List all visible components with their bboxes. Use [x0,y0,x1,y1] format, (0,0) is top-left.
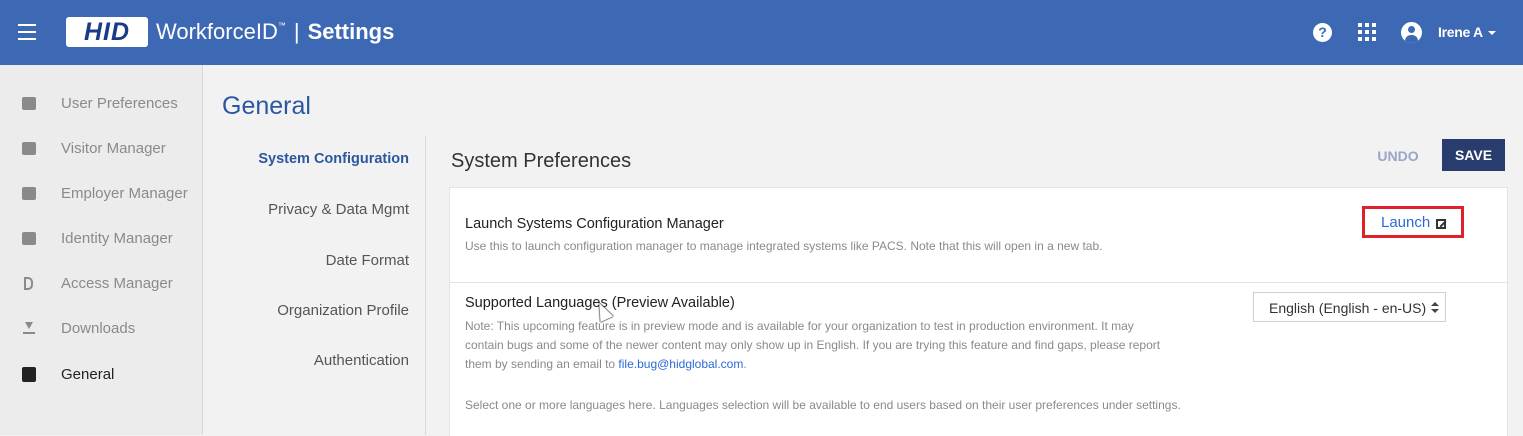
sidebar-item-visitor-manager[interactable]: Visitor Manager [0,134,202,164]
logo-text: HID [83,18,131,46]
languages-selection-help: Select one or more languages here. Langu… [465,398,1181,412]
door-icon [24,277,33,290]
sidebar-item-label: Access Manager [61,275,173,292]
bug-email-link[interactable]: file.bug@hidglobal.com [618,357,743,371]
languages-note-line-3: them by sending an email to file.bug@hid… [465,355,1160,374]
subnav-system-configuration[interactable]: System Configuration [258,151,409,167]
user-menu[interactable]: Irene A [1438,24,1496,40]
sidebar-item-label: Employer Manager [61,185,188,202]
product-name: WorkforceID [156,19,278,44]
visitor-badge-icon [22,142,36,155]
external-link-icon [1436,219,1446,229]
sidebar-item-downloads[interactable]: Downloads [0,314,202,344]
trademark-mark: ™ [277,21,286,30]
sidebar-item-label: Identity Manager [61,230,173,247]
app-title: WorkforceID™ | Settings [156,19,394,45]
sidebar-item-identity-manager[interactable]: Identity Manager [0,224,202,254]
employer-badge-icon [22,187,36,200]
languages-note-line-2: contain bugs and some of the newer conte… [465,338,1161,352]
sidebar-item-label: General [61,366,115,383]
menu-icon[interactable] [18,24,36,40]
sidebar-item-access-manager[interactable]: Access Manager [0,269,202,299]
languages-note: Note: This upcoming feature is in previe… [465,317,1160,374]
sidebar-item-label: Visitor Manager [61,140,166,157]
page-title: General [222,92,311,120]
help-icon[interactable]: ? [1313,23,1332,42]
general-settings-icon [22,367,36,382]
launch-config-row: Launch Systems Configuration Manager Use… [450,188,1507,283]
language-select-value: English (English - en-US) [1269,300,1427,316]
select-arrows-icon [1431,302,1439,314]
launch-label: Launch [1381,214,1431,231]
user-avatar-icon[interactable] [1401,22,1422,43]
top-bar: HID WorkforceID™ | Settings ? Irene A [0,0,1523,65]
folder-id-icon [22,232,36,245]
sidebar-item-label: Downloads [61,320,136,337]
sidebar-item-general[interactable]: General [0,360,202,390]
chevron-down-icon [1487,31,1496,36]
subnav-date-format[interactable]: Date Format [326,252,409,269]
settings-subnav: System Configuration Privacy & Data Mgmt… [222,136,426,435]
note-prefix: them by sending an email to [465,357,619,371]
section-name: Settings [307,19,395,44]
subnav-organization-profile[interactable]: Organization Profile [277,302,409,319]
sidebar-item-user-preferences[interactable]: User Preferences [0,89,202,119]
user-name: Irene A [1438,24,1483,40]
save-button[interactable]: SAVE [1442,139,1505,171]
note-suffix: . [743,357,747,371]
languages-note-line-1: Note: This upcoming feature is in previe… [465,319,1134,333]
subnav-authentication[interactable]: Authentication [314,352,409,369]
sidebar-item-employer-manager[interactable]: Employer Manager [0,179,202,209]
launch-link[interactable]: Launch [1362,206,1464,238]
undo-button[interactable]: UNDO [1372,140,1424,172]
title-separator: | [293,19,300,44]
section-title: System Preferences [451,150,632,172]
language-select[interactable]: English (English - en-US) [1253,292,1446,322]
user-card-icon [22,97,36,110]
apps-grid-icon[interactable] [1358,23,1376,41]
download-icon [22,322,36,335]
launch-config-description: Use this to launch configuration manager… [465,239,1103,253]
sidebar-item-label: User Preferences [61,95,178,112]
hid-logo[interactable]: HID [66,17,148,47]
subnav-privacy-data-mgmt[interactable]: Privacy & Data Mgmt [268,201,409,218]
sidebar: User Preferences Visitor Manager Employe… [0,65,203,435]
launch-config-title: Launch Systems Configuration Manager [465,216,724,232]
